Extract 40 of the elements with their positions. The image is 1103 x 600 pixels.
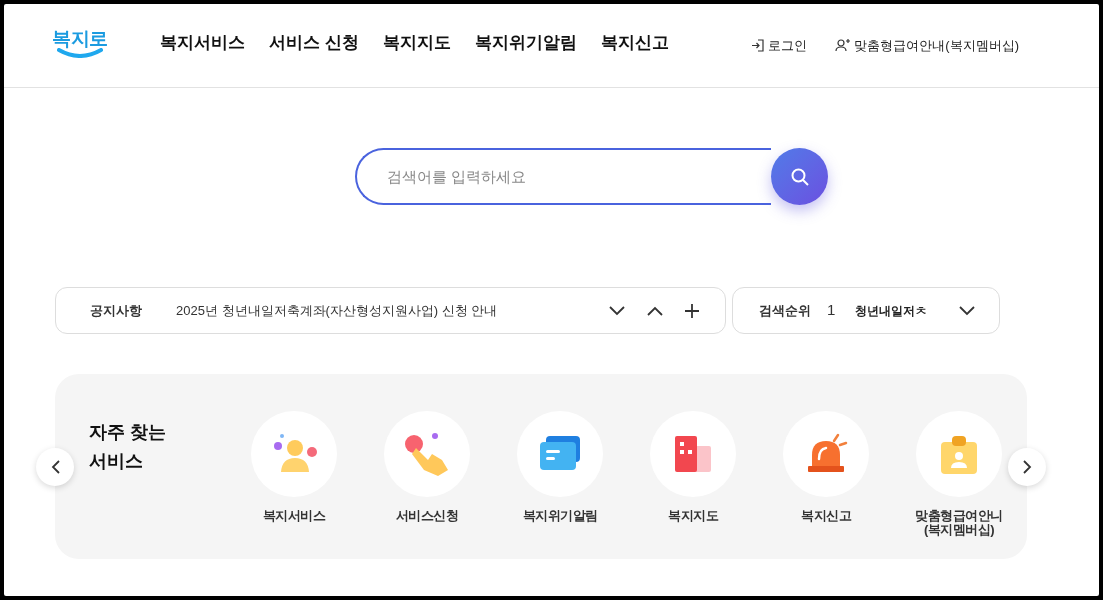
service-label: 복지서비스 [262, 509, 326, 523]
add-button[interactable] [685, 303, 699, 318]
membership-link[interactable]: 맞춤형급여안내(복지멤버십) [835, 35, 1019, 56]
nav-link[interactable]: 복지서비스 [160, 29, 245, 56]
ranking-term[interactable]: 청년내일저ㅊ [855, 301, 927, 320]
chevron-right-icon [1022, 459, 1032, 474]
service-label: 복지위기알림 [522, 509, 598, 523]
chevron-down-icon [609, 305, 625, 316]
notice-link[interactable]: 2025년 청년내일저축계좌(자산형성지원사업) 신청 안내 [176, 300, 498, 321]
chevron-up-button[interactable] [647, 305, 663, 316]
rank-number: 1 [827, 300, 837, 321]
service-label: 복지신고 [801, 509, 851, 523]
chevron-up-icon [647, 305, 663, 316]
login-icon [751, 39, 765, 52]
chevron-down-button[interactable] [609, 305, 625, 316]
search-field[interactable]: 검색어를 입력하세요 [355, 148, 771, 205]
service-label: 서비스신청 [395, 509, 459, 523]
service-link[interactable]: 복지위기알림 [517, 411, 603, 537]
chevron-down-icon[interactable] [959, 305, 975, 316]
service-link[interactable]: 서비스신청 [384, 411, 470, 537]
nav-link[interactable]: 복지신고 [600, 29, 669, 56]
service-link[interactable]: 복지신고 [783, 411, 869, 537]
nav-link[interactable]: 서비스 신청 [269, 29, 359, 56]
search-button[interactable] [771, 148, 828, 205]
service-link[interactable]: 맞춤형급여안니 (복지멤버십) [916, 411, 1002, 537]
login-link[interactable]: 로그인 [751, 35, 808, 56]
chevron-left-icon [50, 459, 60, 474]
nav-link[interactable]: 복지지도 [382, 29, 451, 56]
nav-link[interactable]: 복지위기알림 [474, 29, 577, 56]
add-user-icon [835, 39, 851, 52]
ranking-label: 검색순위 [759, 301, 812, 320]
service-label: 복지지도 [668, 509, 718, 523]
notice-label: 공지사항 [90, 301, 143, 320]
section-title: 자주 찾는 서비스 [89, 421, 167, 473]
plus-icon [685, 303, 699, 318]
search-icon [789, 166, 810, 187]
previous-button[interactable] [36, 447, 74, 486]
service-link[interactable]: 복지서비스 [251, 411, 337, 537]
service-label: 맞춤형급여안니 (복지멤버십) [915, 509, 1003, 537]
service-link[interactable]: 복지지도 [650, 411, 736, 537]
